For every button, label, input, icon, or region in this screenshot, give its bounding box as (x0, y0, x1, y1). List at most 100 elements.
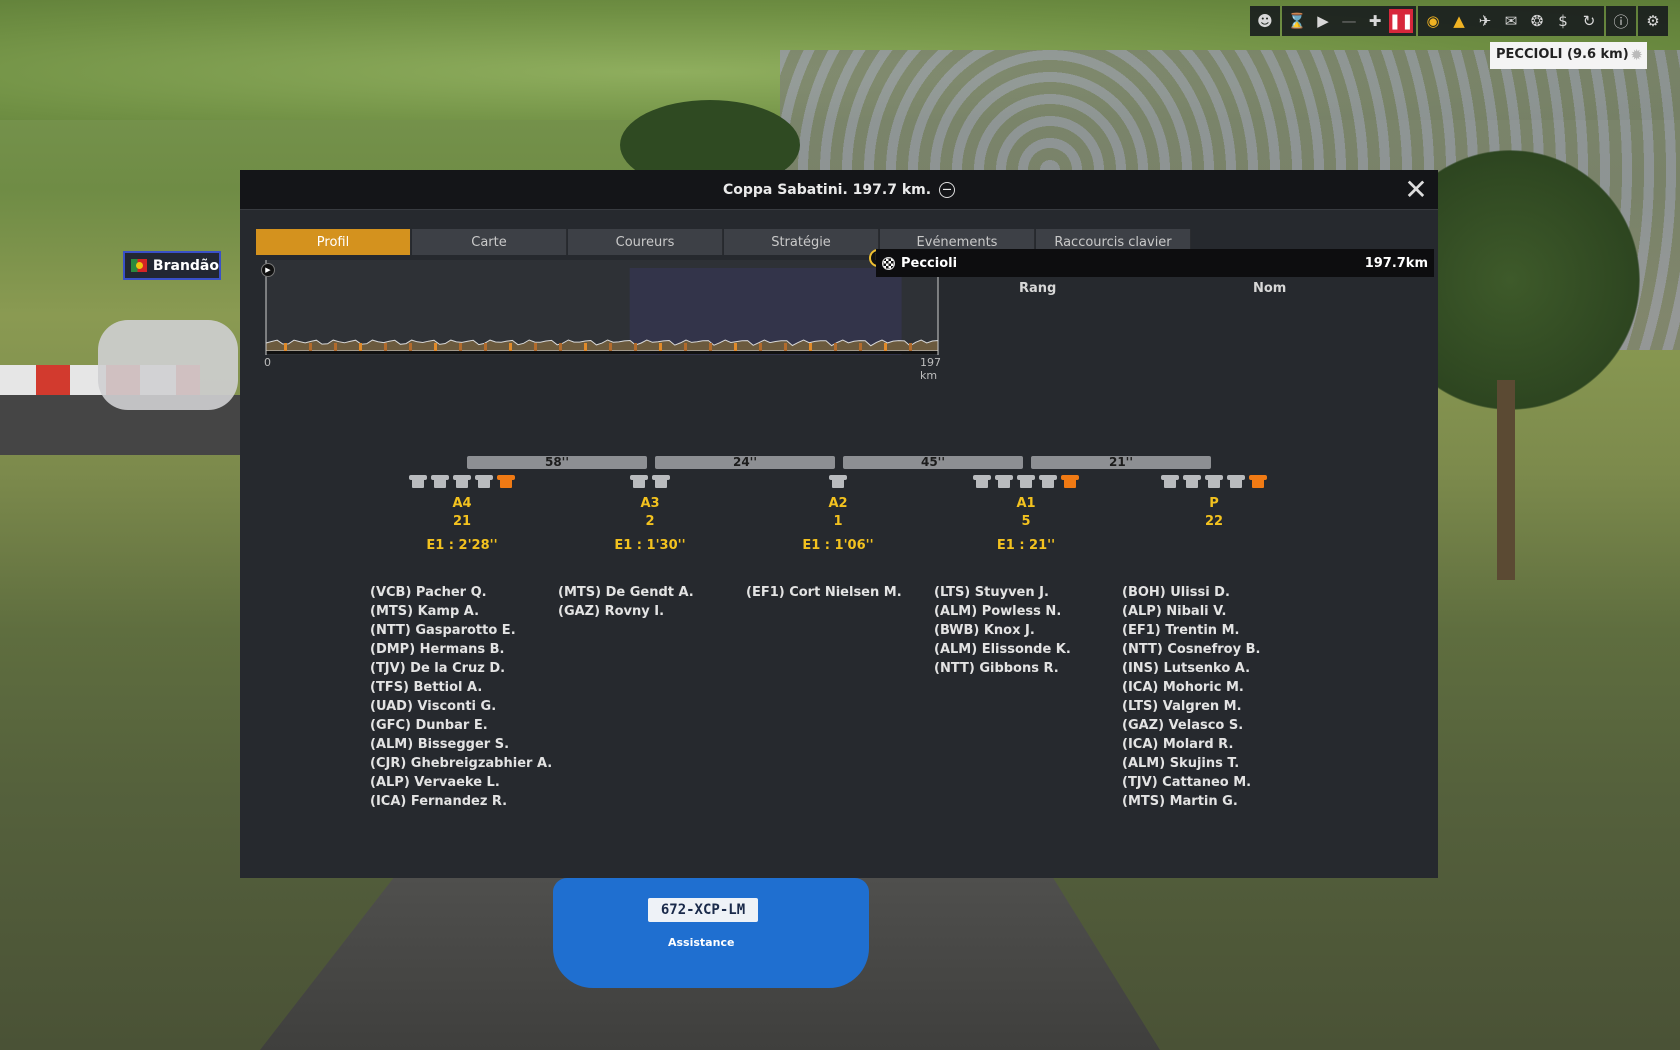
rider-list-item[interactable]: (MTS) Martin G. (1122, 794, 1260, 813)
tab-profil[interactable]: Profil (256, 229, 411, 255)
group-count: 2 (645, 514, 655, 529)
wheel-icon[interactable]: ❂ (1525, 9, 1549, 33)
jersey-icon[interactable] (829, 473, 847, 489)
helmet-icon[interactable]: ▲ (1447, 9, 1471, 33)
jersey-icon[interactable] (995, 473, 1013, 489)
rider-list-item[interactable]: (ICA) Fernandez R. (370, 794, 552, 813)
rider-list-item[interactable]: (DMP) Hermans B. (370, 642, 552, 661)
modal-title: Coppa Sabatini. 197.7 km. (722, 181, 932, 198)
rider-list-item[interactable]: (GAZ) Velasco S. (1122, 718, 1260, 737)
close-button[interactable]: ✕ (1402, 176, 1430, 204)
helicopter-icon[interactable]: ✉ (1499, 9, 1523, 33)
group-4[interactable]: P 22 (BOH) Ulissi D. (ALP) Nibali V. (EF1) T… (1122, 473, 1304, 809)
rider-list-item[interactable]: (ALM) Powless N. (934, 604, 1071, 623)
jersey-icon[interactable] (1017, 473, 1035, 489)
minus-icon[interactable]: — (1337, 9, 1361, 33)
dollar-icon[interactable]: $ (1551, 9, 1575, 33)
jersey-icon[interactable] (497, 473, 515, 489)
gear-icon[interactable]: ⚙ (1641, 9, 1665, 33)
jersey-icon[interactable] (409, 473, 427, 489)
jersey-icon[interactable] (1205, 473, 1223, 489)
rider-list-item[interactable]: (ICA) Molard R. (1122, 737, 1260, 756)
tab-coureurs[interactable]: Coureurs (568, 229, 723, 255)
jersey-icon[interactable] (973, 473, 991, 489)
jersey-icon[interactable] (1039, 473, 1057, 489)
rider-list-item[interactable]: (BWB) Knox J. (934, 623, 1071, 642)
plus-icon[interactable]: ✚ (1363, 9, 1387, 33)
jersey-icon[interactable] (630, 473, 648, 489)
rider-list-item[interactable]: (EF1) Cort Nielsen M. (746, 585, 902, 604)
motorbike-icon[interactable]: ✈ (1473, 9, 1497, 33)
rider-list-item[interactable]: (TFS) Bettiol A. (370, 680, 552, 699)
rider-list-item[interactable]: (TJV) Cattaneo M. (1122, 775, 1260, 794)
profile-climb-mark (459, 343, 462, 351)
hourglass-icon[interactable]: ⌛ (1285, 9, 1309, 33)
group-2[interactable]: A2 1 E1 : 1'06'' (EF1) Cort Nielsen M. (746, 473, 928, 600)
stage-profile[interactable]: ▶ 0 197 km (261, 260, 942, 400)
jersey-icon[interactable] (1161, 473, 1179, 489)
rider-list-item[interactable]: (ALP) Vervaeke L. (370, 775, 552, 794)
eye-icon[interactable]: ◉ (1421, 9, 1445, 33)
rider-label[interactable]: Brandão (123, 251, 221, 280)
tab-strategie[interactable]: Stratégie (724, 229, 879, 255)
jersey-icon[interactable] (1227, 473, 1245, 489)
group-0[interactable]: A4 21 E1 : 2'28'' (VCB) Pacher Q. (MTS) Kamp… (370, 473, 552, 809)
rider-list-item[interactable]: (ALM) Elissonde K. (934, 642, 1071, 661)
tab-carte[interactable]: Carte (412, 229, 567, 255)
profile-climb-mark (684, 343, 687, 351)
rider-list-item[interactable]: (NTT) Gasparotto E. (370, 623, 552, 642)
play-icon[interactable]: ▶ (1311, 9, 1335, 33)
group-rider-list: (VCB) Pacher Q. (MTS) Kamp A. (NTT) Gaspar… (370, 585, 552, 813)
race-info-modal: Coppa Sabatini. 197.7 km. — ✕ Profil Car… (240, 170, 1438, 878)
rider-list-item[interactable]: (EF1) Trentin M. (1122, 623, 1260, 642)
profile-climb-mark (334, 343, 337, 351)
jersey-icon[interactable] (1183, 473, 1201, 489)
gap-bar: 21'' (1031, 456, 1211, 469)
location-indicator: PECCIOLI (9.6 km) ✹ (1490, 42, 1647, 69)
info-icon[interactable]: ⓘ (1609, 9, 1633, 33)
jersey-icon[interactable] (1249, 473, 1267, 489)
rider-list-item[interactable]: (CJR) Ghebreigzabhier A. (370, 756, 552, 775)
toolbar-group-views: ◉ ▲ ✈ ✉ ❂ $ ↻ (1418, 6, 1604, 36)
rider-list-item[interactable]: (VCB) Pacher Q. (370, 585, 552, 604)
rider-list-item[interactable]: (TJV) De la Cruz D. (370, 661, 552, 680)
rider-list-item[interactable]: (ALM) Skujins T. (1122, 756, 1260, 775)
jersey-icon[interactable] (475, 473, 493, 489)
column-nom: Nom (1253, 281, 1287, 296)
group-count: 5 (1021, 514, 1031, 529)
rider-list-item[interactable]: (MTS) De Gendt A. (558, 585, 694, 604)
jersey-icon[interactable] (652, 473, 670, 489)
gap-bar: 24'' (655, 456, 835, 469)
group-3[interactable]: A1 5 E1 : 21'' (LTS) Stuyven J. (ALM) Powles… (934, 473, 1116, 676)
group-rider-list: (BOH) Ulissi D. (ALP) Nibali V. (EF1) Tren… (1122, 585, 1260, 813)
jersey-icon[interactable] (1061, 473, 1079, 489)
rider-list-item[interactable]: (GFC) Dunbar E. (370, 718, 552, 737)
person-icon[interactable]: ☻ (1253, 9, 1277, 33)
jersey-icon[interactable] (431, 473, 449, 489)
rider-list-item[interactable]: (GAZ) Rovny I. (558, 604, 694, 623)
profile-climb-mark (809, 343, 812, 351)
rider-list-item[interactable]: (ALP) Nibali V. (1122, 604, 1260, 623)
group-jerseys (1124, 473, 1304, 491)
jersey-icon[interactable] (453, 473, 471, 489)
rider-list-item[interactable]: (BOH) Ulissi D. (1122, 585, 1260, 604)
rider-list-item[interactable]: (UAD) Visconti G. (370, 699, 552, 718)
refresh-icon[interactable]: ↻ (1577, 9, 1601, 33)
group-count: 22 (1204, 514, 1224, 529)
pause-icon[interactable]: ❚❚ (1388, 9, 1414, 33)
rider-list-item[interactable]: (ICA) Mohoric M. (1122, 680, 1260, 699)
group-name: A2 (828, 496, 848, 511)
group-name: A1 (1016, 496, 1036, 511)
finish-flag-icon: ✹ (1630, 46, 1643, 64)
rider-list-item[interactable]: (ALM) Bissegger S. (370, 737, 552, 756)
rider-list-item[interactable]: (NTT) Cosnefroy B. (1122, 642, 1260, 661)
rider-list-item[interactable]: (NTT) Gibbons R. (934, 661, 1071, 680)
rider-list-item[interactable]: (LTS) Valgren M. (1122, 699, 1260, 718)
location-text: PECCIOLI (9.6 km) (1496, 47, 1629, 62)
profile-start-label: 0 (264, 356, 271, 369)
profile-climb-mark (709, 343, 712, 351)
rider-list-item[interactable]: (INS) Lutsenko A. (1122, 661, 1260, 680)
rider-list-item[interactable]: (LTS) Stuyven J. (934, 585, 1071, 604)
rider-list-item[interactable]: (MTS) Kamp A. (370, 604, 552, 623)
group-1[interactable]: A3 2 E1 : 1'30'' (MTS) De Gendt A. (GAZ) Rov… (558, 473, 740, 619)
